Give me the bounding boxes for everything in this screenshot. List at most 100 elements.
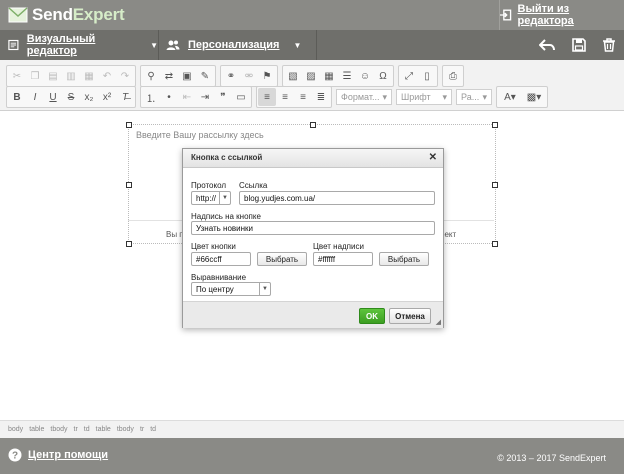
- help-center-link[interactable]: ? Центр помощи: [8, 448, 108, 462]
- pick-text-color-button[interactable]: Выбрать: [379, 252, 429, 266]
- text-color-icon[interactable]: A▾: [498, 88, 522, 106]
- spellcheck-icon[interactable]: ✎: [196, 67, 214, 85]
- delete-button[interactable]: [594, 30, 624, 60]
- select-all-icon[interactable]: ▣: [178, 67, 196, 85]
- align-center-icon[interactable]: ≡: [276, 88, 294, 106]
- print-icon[interactable]: ⎙: [444, 67, 462, 85]
- size-select[interactable]: Ра... ▾: [456, 89, 492, 105]
- resize-handle[interactable]: [126, 122, 132, 128]
- chevron-down-icon: ▾: [442, 91, 447, 102]
- align-select[interactable]: По центру ▼: [191, 282, 271, 296]
- align-left-icon[interactable]: ≡: [258, 88, 276, 106]
- exit-icon: [500, 9, 512, 21]
- template-icon[interactable]: ▧: [284, 67, 302, 85]
- show-blocks-icon[interactable]: ▯: [418, 67, 436, 85]
- resize-handle[interactable]: [492, 182, 498, 188]
- numbered-list-icon[interactable]: ⒈: [142, 88, 160, 106]
- copy-icon[interactable]: ❐: [26, 67, 44, 85]
- align-right-icon[interactable]: ≡: [294, 88, 312, 106]
- undo-small-icon[interactable]: ↶: [98, 67, 116, 85]
- find-icon[interactable]: ⚲: [142, 67, 160, 85]
- undo-button[interactable]: [532, 30, 562, 60]
- tab-visual-editor[interactable]: Визуальный редактор ▼: [8, 30, 159, 60]
- replace-icon[interactable]: ⇄: [160, 67, 178, 85]
- bold-icon[interactable]: B: [8, 88, 26, 106]
- text-color-input[interactable]: #ffffff: [313, 252, 373, 266]
- exit-editor-button[interactable]: Выйти из редактора: [499, 0, 624, 30]
- remove-format-icon[interactable]: T̶: [116, 88, 134, 106]
- link-button-dialog: Кнопка с ссылкой ✕ Протокол http:// ▼ Сс…: [182, 148, 444, 328]
- horizontal-line-icon[interactable]: ☰: [338, 67, 356, 85]
- dialog-footer: OK Отмена ◢: [183, 301, 443, 328]
- path-item[interactable]: table: [96, 426, 111, 433]
- dialog-title: Кнопка с ссылкой: [191, 153, 263, 162]
- help-icon: ?: [8, 448, 22, 462]
- users-icon: [166, 40, 180, 50]
- unlink-icon[interactable]: ⚮: [240, 67, 258, 85]
- superscript-icon[interactable]: x²: [98, 88, 116, 106]
- italic-icon[interactable]: I: [26, 88, 44, 106]
- special-char-icon[interactable]: Ω: [374, 67, 392, 85]
- justify-icon[interactable]: ≣: [312, 88, 330, 106]
- smiley-icon[interactable]: ☺: [356, 67, 374, 85]
- path-item[interactable]: body: [8, 426, 23, 433]
- undo-icon: [539, 39, 555, 51]
- indent-icon[interactable]: ⇥: [196, 88, 214, 106]
- cancel-button[interactable]: Отмена: [389, 308, 431, 324]
- path-item[interactable]: td: [84, 426, 90, 433]
- editor-placeholder: Введите Вашу рассылку здесь: [136, 130, 264, 140]
- path-item[interactable]: td: [150, 426, 156, 433]
- save-button[interactable]: [564, 30, 594, 60]
- paste-icon[interactable]: ▤: [44, 67, 62, 85]
- dialog-header[interactable]: Кнопка с ссылкой ✕: [183, 149, 443, 168]
- maximize-icon[interactable]: ⤢: [400, 67, 418, 85]
- view-group: ⤢ ▯: [398, 65, 438, 87]
- image-icon[interactable]: ▨: [302, 67, 320, 85]
- text-color-label: Цвет надписи: [313, 242, 364, 251]
- path-item[interactable]: tbody: [117, 426, 134, 433]
- button-color-input[interactable]: #66ccff: [191, 252, 251, 266]
- background-color-icon[interactable]: ▩▾: [522, 88, 546, 106]
- outdent-icon[interactable]: ⇤: [178, 88, 196, 106]
- element-path-bar: body table tbody tr td table tbody tr td: [0, 420, 624, 438]
- resize-grip-icon[interactable]: ◢: [436, 318, 441, 326]
- paste-word-icon[interactable]: ▦: [80, 67, 98, 85]
- resize-handle[interactable]: [310, 122, 316, 128]
- strikethrough-icon[interactable]: S: [62, 88, 80, 106]
- blockquote-icon[interactable]: ❞: [214, 88, 232, 106]
- underline-icon[interactable]: U: [44, 88, 62, 106]
- color-group: A▾ ▩▾: [496, 86, 548, 108]
- protocol-select[interactable]: http:// ▼: [191, 191, 231, 205]
- link-input[interactable]: blog.yudjes.com.ua/: [239, 191, 435, 205]
- path-item[interactable]: tbody: [50, 426, 67, 433]
- resize-handle[interactable]: [126, 241, 132, 247]
- bulleted-list-icon[interactable]: •: [160, 88, 178, 106]
- paste-text-icon[interactable]: ▥: [62, 67, 80, 85]
- div-icon[interactable]: ▭: [232, 88, 250, 106]
- align-value: По центру: [196, 284, 234, 294]
- caption-input[interactable]: Узнать новинки: [191, 221, 435, 235]
- path-item[interactable]: table: [29, 426, 44, 433]
- insert-group: ▧ ▨ ▦ ☰ ☺ Ω: [282, 65, 394, 87]
- copyright-text: © 2013 – 2017 SendExpert: [497, 453, 606, 463]
- document-icon: [8, 39, 19, 51]
- table-icon[interactable]: ▦: [320, 67, 338, 85]
- resize-handle[interactable]: [126, 182, 132, 188]
- close-icon[interactable]: ✕: [429, 152, 437, 163]
- tab-personalization[interactable]: Персонализация ▼: [166, 30, 317, 60]
- sendexpert-logo[interactable]: SendExpert: [8, 5, 125, 25]
- path-item[interactable]: tr: [74, 426, 78, 433]
- link-icon[interactable]: ⚭: [222, 67, 240, 85]
- resize-handle[interactable]: [492, 122, 498, 128]
- format-select[interactable]: Формат... ▾: [336, 89, 392, 105]
- redo-small-icon[interactable]: ↷: [116, 67, 134, 85]
- ok-button[interactable]: OK: [359, 308, 385, 324]
- subscript-icon[interactable]: x₂: [80, 88, 98, 106]
- resize-handle[interactable]: [492, 241, 498, 247]
- path-item[interactable]: tr: [140, 426, 144, 433]
- protocol-value: http://: [196, 193, 217, 203]
- anchor-icon[interactable]: ⚑: [258, 67, 276, 85]
- cut-icon[interactable]: ✂: [8, 67, 26, 85]
- pick-button-color-button[interactable]: Выбрать: [257, 252, 307, 266]
- font-select[interactable]: Шрифт ▾: [396, 89, 452, 105]
